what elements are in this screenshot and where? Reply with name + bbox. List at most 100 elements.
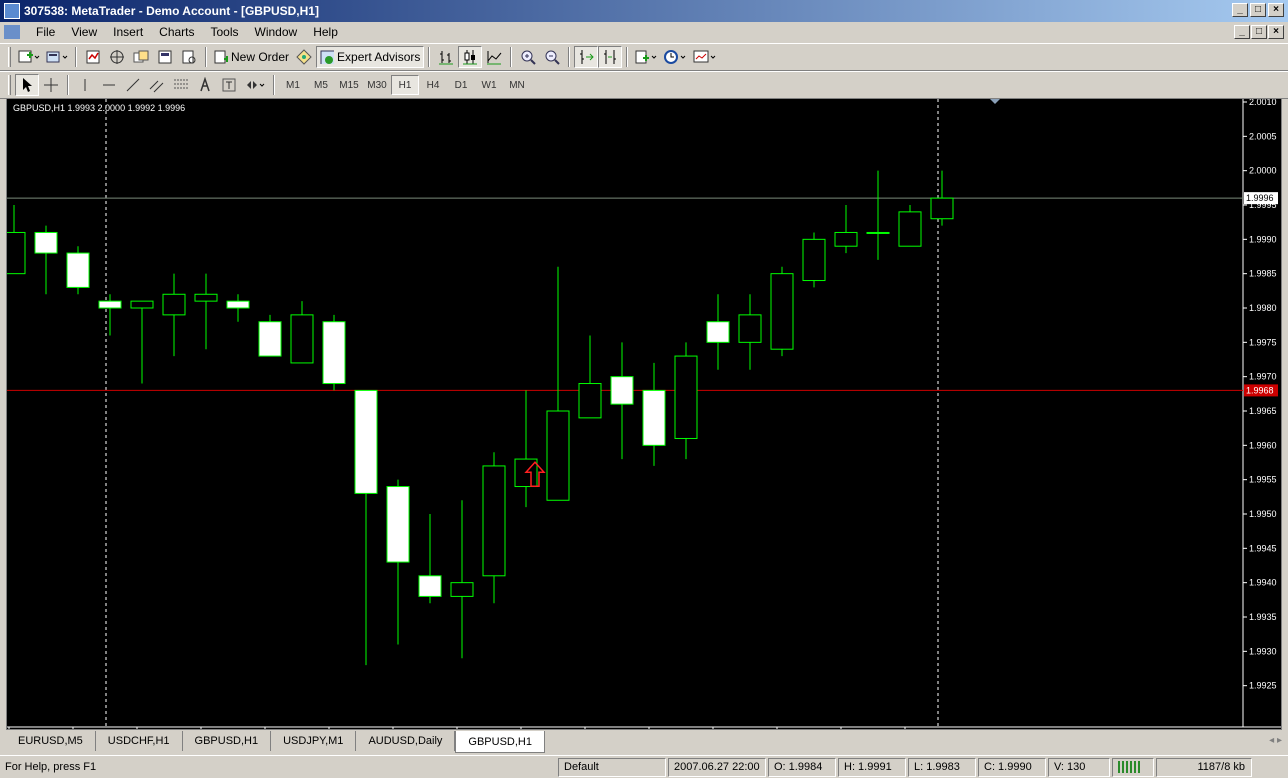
chart-ohlc-info: GBPUSD,H1 1.9993 2.0000 1.9992 1.9996 xyxy=(13,103,186,113)
zoom-out-button[interactable] xyxy=(540,46,564,68)
new-order-button[interactable]: New Order xyxy=(211,46,292,68)
vertical-line-button[interactable] xyxy=(73,74,97,96)
text-label-icon xyxy=(222,78,236,92)
period-m1[interactable]: M1 xyxy=(279,75,307,95)
line-chart-icon xyxy=(487,51,502,65)
app-icon xyxy=(4,3,20,19)
bid-price-label: 1.9996 xyxy=(1246,193,1274,203)
periods-button[interactable] xyxy=(660,46,690,68)
indicators-button[interactable] xyxy=(632,46,660,68)
period-m30[interactable]: M30 xyxy=(363,75,391,95)
period-m15[interactable]: M15 xyxy=(335,75,363,95)
profiles-button[interactable] xyxy=(43,46,71,68)
arrows-button[interactable] xyxy=(241,74,269,96)
fibonacci-button[interactable] xyxy=(169,74,193,96)
candle-body xyxy=(258,321,282,357)
bar-chart-button[interactable] xyxy=(434,46,458,68)
data-window-icon xyxy=(158,50,172,64)
minimize-button[interactable]: _ xyxy=(1232,3,1248,17)
price-chart[interactable]: 2.00102.00052.00001.99951.99901.99851.99… xyxy=(7,99,1281,729)
close-button[interactable]: × xyxy=(1268,3,1284,17)
status-bar: For Help, press F1 Default 2007.06.27 22… xyxy=(0,755,1288,778)
menu-charts[interactable]: Charts xyxy=(151,25,202,39)
candle-body xyxy=(130,300,154,309)
mdi-restore-button[interactable]: □ xyxy=(1251,25,1267,39)
price-tick-label: 1.9945 xyxy=(1249,543,1277,553)
templates-button[interactable] xyxy=(690,46,720,68)
candle-body xyxy=(834,231,858,247)
price-tick-label: 1.9940 xyxy=(1249,578,1277,588)
line-chart-button[interactable] xyxy=(482,46,506,68)
price-tick-label: 1.9950 xyxy=(1249,509,1277,519)
candle-body xyxy=(546,410,570,501)
market-watch-button[interactable] xyxy=(81,46,105,68)
trendline-button[interactable] xyxy=(121,74,145,96)
data-window-button[interactable] xyxy=(153,46,177,68)
candle-body xyxy=(706,321,730,343)
tab-usdjpy-m1[interactable]: USDJPY,M1 xyxy=(271,731,357,751)
tab-audusd-daily[interactable]: AUDUSD,Daily xyxy=(356,731,456,751)
window-title: 307538: MetaTrader - Demo Account - [GBP… xyxy=(24,4,319,18)
expert-advisors-button[interactable]: Expert Advisors xyxy=(316,46,425,68)
status-profile[interactable]: Default xyxy=(558,757,666,777)
tab-gbpusd-h1-active[interactable]: GBPUSD,H1 xyxy=(455,731,545,753)
candle-body xyxy=(354,389,378,494)
period-d1[interactable]: D1 xyxy=(447,75,475,95)
chart-window[interactable]: 2.0010 2.0005 2.0000 1.9995 1.9990 1.9985 1.99… xyxy=(6,98,1282,730)
candle-body xyxy=(98,300,122,309)
text-label-button[interactable] xyxy=(217,74,241,96)
menu-file[interactable]: File xyxy=(28,25,63,39)
zoom-in-button[interactable] xyxy=(516,46,540,68)
menu-view[interactable]: View xyxy=(63,25,105,39)
candle-body xyxy=(610,376,634,405)
price-tick-label: 2.0010 xyxy=(1249,99,1277,107)
candle-body xyxy=(802,238,826,282)
horizontal-line-button[interactable] xyxy=(97,74,121,96)
candle-body xyxy=(578,383,602,419)
menu-help[interactable]: Help xyxy=(305,25,346,39)
new-chart-button[interactable] xyxy=(15,46,43,68)
cursor-button[interactable] xyxy=(15,74,39,96)
navigator-icon xyxy=(110,50,124,64)
period-w1[interactable]: W1 xyxy=(475,75,503,95)
period-mn[interactable]: MN xyxy=(503,75,531,95)
clock-icon xyxy=(664,50,686,64)
price-tick-label: 1.9955 xyxy=(1249,475,1277,485)
tab-eurusd-m5[interactable]: EURUSD,M5 xyxy=(6,731,96,751)
tab-gbpusd-h1[interactable]: GBPUSD,H1 xyxy=(183,731,272,751)
candle-body xyxy=(34,231,58,254)
candle-body xyxy=(898,211,922,247)
price-tick-label: 1.9990 xyxy=(1249,234,1277,244)
equidistant-channel-button[interactable] xyxy=(145,74,169,96)
menu-window[interactable]: Window xyxy=(247,25,306,39)
crosshair-button[interactable] xyxy=(39,74,63,96)
menu-insert[interactable]: Insert xyxy=(105,25,151,39)
candle-body xyxy=(738,314,762,343)
profiles-icon xyxy=(46,51,68,63)
tester-button[interactable] xyxy=(177,46,201,68)
menu-tools[interactable]: Tools xyxy=(203,25,247,39)
status-volume: V: 130 xyxy=(1048,757,1110,777)
level-price-label: 1.9968 xyxy=(1246,385,1274,395)
text-button[interactable] xyxy=(193,74,217,96)
candle-body xyxy=(226,300,250,309)
candlestick-button[interactable] xyxy=(458,46,483,68)
period-h1[interactable]: H1 xyxy=(391,75,419,95)
candle-body xyxy=(450,582,474,597)
candle-body xyxy=(674,355,698,439)
price-tick-label: 2.0000 xyxy=(1249,166,1277,176)
period-m5[interactable]: M5 xyxy=(307,75,335,95)
tab-scroll-arrows[interactable]: ◂ ▸ xyxy=(1269,735,1282,746)
metaeditor-button[interactable] xyxy=(292,46,316,68)
chart-shift-button[interactable] xyxy=(598,46,623,68)
terminal-button[interactable] xyxy=(129,46,153,68)
mdi-close-button[interactable]: × xyxy=(1268,25,1284,39)
chart-window-icon[interactable] xyxy=(4,25,20,39)
period-h4[interactable]: H4 xyxy=(419,75,447,95)
maximize-button[interactable]: □ xyxy=(1250,3,1266,17)
mdi-minimize-button[interactable]: _ xyxy=(1234,25,1250,39)
status-close: C: 1.9990 xyxy=(978,757,1046,777)
tab-usdchf-h1[interactable]: USDCHF,H1 xyxy=(96,731,183,751)
auto-scroll-button[interactable] xyxy=(574,46,599,68)
navigator-button[interactable] xyxy=(105,46,129,68)
